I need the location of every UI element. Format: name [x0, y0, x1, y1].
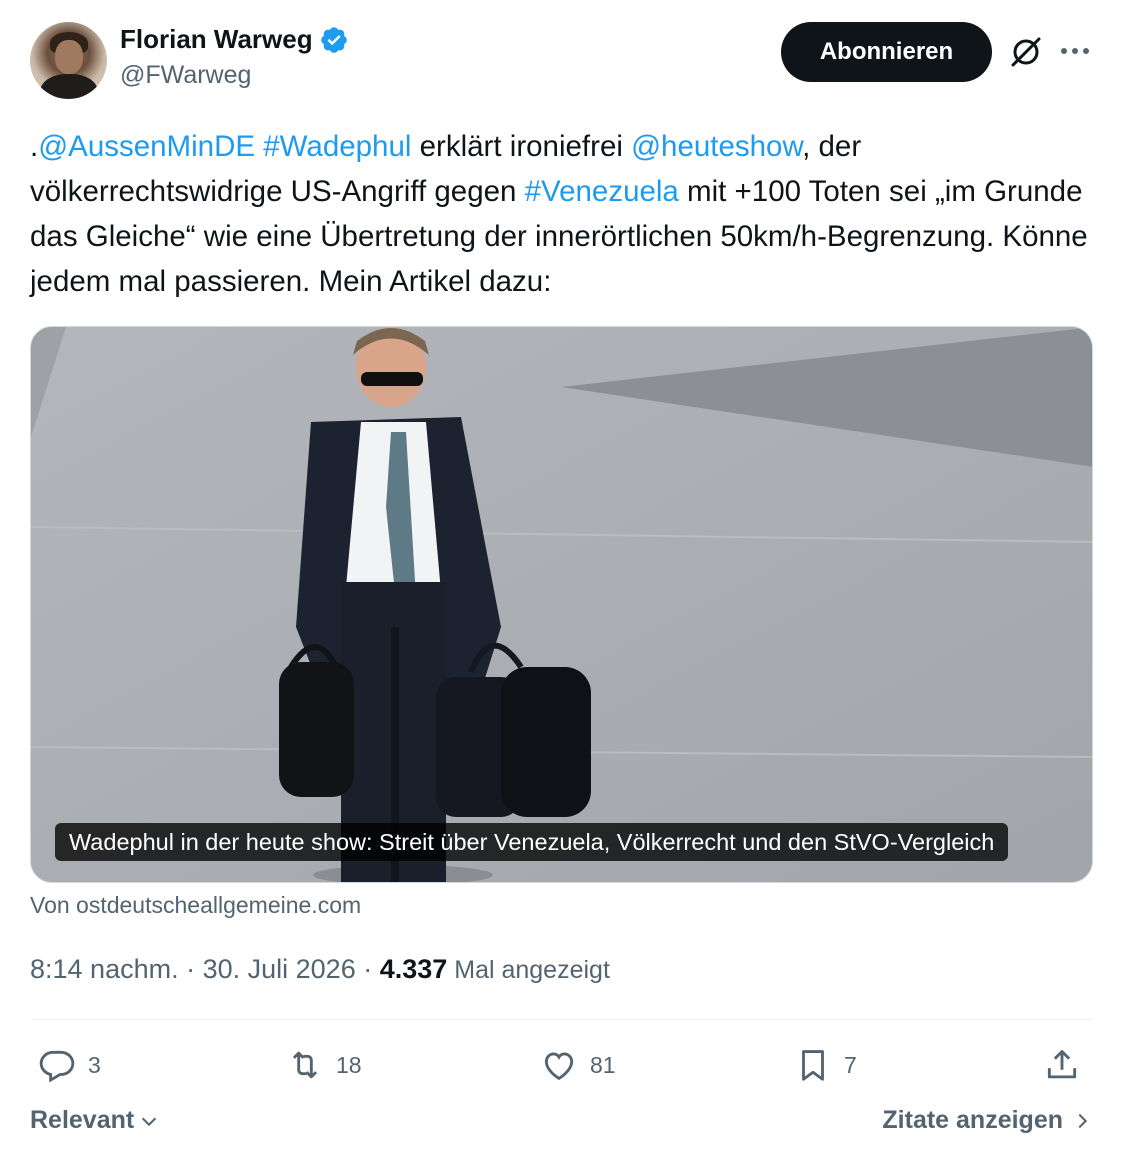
sort-label: Relevant — [30, 1106, 135, 1134]
tweet-time[interactable]: 8:14 nachm. — [30, 954, 179, 984]
view-quotes-link[interactable]: Zitate anzeigen — [882, 1106, 1093, 1135]
bookmark-count: 7 — [844, 1051, 857, 1078]
view-quotes-label: Zitate anzeigen — [882, 1106, 1063, 1134]
more-options-icon[interactable] — [1058, 36, 1092, 66]
view-count-label: Mal angezeigt — [447, 956, 610, 984]
like-count: 81 — [590, 1051, 616, 1078]
bookmark-button[interactable]: 7 — [794, 1040, 857, 1090]
tweet-date[interactable]: 30. Juli 2026 — [203, 954, 356, 984]
tweet-header: Florian Warweg @FWarweg Abonnieren — [30, 22, 1094, 102]
tweet-text-segment: erklärt ironiefrei — [411, 130, 632, 163]
mention-link[interactable]: @AussenMinDE — [38, 130, 255, 163]
repost-icon — [292, 1051, 318, 1079]
author-avatar[interactable] — [30, 22, 107, 99]
sort-replies-dropdown[interactable]: Relevant — [30, 1106, 160, 1135]
author-name-block: Florian Warweg @FWarweg — [120, 24, 349, 90]
card-source[interactable]: Von ostdeutscheallgemeine.com — [30, 892, 361, 919]
reply-icon — [39, 1050, 75, 1083]
tweet-meta: 8:14 nachm. · 30. Juli 2026 · 4.337 Mal … — [30, 954, 610, 985]
chevron-down-icon — [142, 1117, 157, 1126]
verified-badge-icon[interactable] — [319, 25, 349, 55]
author-handle[interactable]: @FWarweg — [120, 61, 349, 90]
reply-button[interactable]: 3 — [38, 1040, 101, 1090]
hashtag-link[interactable]: #Venezuela — [525, 175, 679, 208]
share-button[interactable] — [1043, 1040, 1081, 1090]
meta-separator: · — [355, 954, 380, 984]
hashtag-link[interactable]: #Wadephul — [263, 130, 411, 163]
bookmark-icon — [802, 1050, 824, 1081]
divider — [30, 1019, 1093, 1020]
repost-button[interactable]: 18 — [286, 1040, 362, 1090]
mention-link[interactable]: @heuteshow — [631, 130, 802, 163]
repost-count: 18 — [336, 1051, 362, 1078]
follow-button[interactable]: Abonnieren — [781, 22, 992, 82]
grok-icon[interactable] — [1008, 34, 1044, 70]
action-bar: 3 18 81 7 — [30, 1040, 1093, 1090]
author-display-name[interactable]: Florian Warweg — [120, 24, 313, 55]
chevron-right-icon — [1078, 1113, 1088, 1128]
tweet-text: .@AussenMinDE #Wadephul erklärt ironiefr… — [30, 124, 1100, 304]
share-icon — [1047, 1050, 1077, 1079]
link-card[interactable]: Wadephul in der heute show: Streit über … — [30, 326, 1093, 883]
card-image — [31, 327, 1092, 882]
tweet-text-segment: . — [30, 130, 39, 163]
card-caption[interactable]: Wadephul in der heute show: Streit über … — [55, 823, 1009, 861]
heart-icon — [544, 1052, 574, 1081]
view-count: 4.337 — [379, 954, 448, 984]
meta-separator: · — [178, 954, 203, 984]
like-button[interactable]: 81 — [540, 1040, 616, 1090]
reply-count: 3 — [88, 1051, 101, 1078]
